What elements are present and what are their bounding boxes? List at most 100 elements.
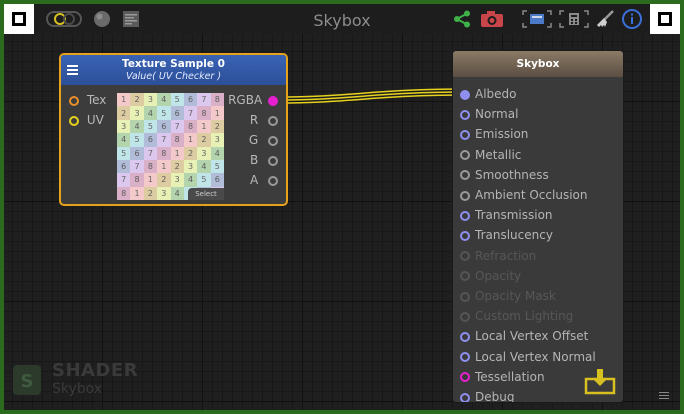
texture-sample-node[interactable]: Texture Sample 0 Value( UV Checker ) Tex… (59, 53, 288, 206)
uv-checker-cell: 6 (130, 146, 144, 160)
select-texture-button[interactable]: Select (188, 188, 224, 200)
port-dot-icon[interactable] (268, 135, 278, 146)
watermark-subtitle: Skybox (52, 381, 103, 397)
skybox-node-title[interactable]: Skybox (453, 51, 623, 77)
uv-checker-cell: 7 (170, 119, 184, 134)
input-port-tex[interactable]: Tex (69, 93, 106, 107)
uv-checker-cell: 5 (170, 93, 184, 107)
skybox-port-ambient-occlusion[interactable]: Ambient Occlusion (460, 188, 587, 202)
uv-checker-cell: 8 (117, 186, 131, 200)
uv-checker-cell: 8 (197, 106, 211, 120)
uv-checker-cell: 7 (157, 133, 171, 147)
uv-checker-cell: 4 (117, 133, 131, 147)
uv-checker-cell: 6 (170, 106, 184, 120)
uv-checker-cell: 2 (130, 93, 144, 107)
port-dot-icon[interactable] (268, 175, 278, 186)
uv-checker-cell: 5 (157, 106, 171, 120)
uv-checker-cell: 1 (157, 159, 171, 174)
skybox-port-translucency[interactable]: Translucency (460, 228, 553, 242)
uv-checker-cell: 3 (130, 106, 144, 120)
skybox-port-local-vertex-normal[interactable]: Local Vertex Normal (460, 350, 596, 364)
texture-node-subtitle: Value( UV Checker ) (125, 71, 222, 82)
skybox-port-metallic[interactable]: Metallic (460, 148, 521, 162)
export-output-icon[interactable] (584, 367, 616, 395)
uv-checker-cell: 8 (157, 146, 171, 160)
output-port-b[interactable]: B (250, 153, 278, 167)
uv-checker-cell: 2 (157, 173, 171, 187)
port-dot-icon[interactable] (460, 352, 470, 363)
uv-checker-cell: 7 (183, 106, 198, 120)
output-port-a[interactable]: A (250, 173, 278, 187)
uv-checker-cell: 7 (197, 93, 211, 107)
port-dot-icon[interactable] (460, 150, 470, 161)
skybox-port-local-vertex-offset[interactable]: Local Vertex Offset (460, 329, 588, 343)
graph-canvas[interactable]: Skybox Texture Sample 0 Value(UV Checke… (4, 4, 680, 410)
uv-checker-cell: 6 (210, 173, 224, 187)
menu-lines-icon[interactable] (659, 392, 669, 400)
uv-checker-cell: 7 (143, 146, 158, 160)
uv-checker-cell: 4 (183, 173, 198, 187)
output-port-g[interactable]: G (249, 133, 278, 147)
skybox-port-tessellation[interactable]: Tessellation (460, 370, 545, 384)
output-port-rgba[interactable]: RGBA (228, 93, 278, 107)
skybox-port-refraction: Refraction (460, 249, 536, 263)
uv-checker-cell: 5 (117, 146, 131, 160)
output-port-r[interactable]: R (250, 113, 278, 127)
port-dot-icon[interactable] (268, 115, 278, 126)
texture-node-title: Texture Sample 0 (122, 58, 225, 70)
uv-checker-cell: 3 (170, 173, 184, 187)
skybox-port-albedo[interactable]: Albedo (460, 87, 517, 101)
port-dot-icon[interactable] (268, 95, 278, 106)
uv-checker-cell: 2 (210, 119, 224, 134)
port-dot-icon[interactable] (460, 372, 470, 383)
uv-checker-cell: 1 (130, 186, 144, 200)
uv-checker-cell: 3 (143, 93, 158, 107)
uv-checker-preview: 1234567823456781345678124567812356781234… (117, 93, 224, 200)
shader-logo-icon: S (13, 365, 41, 395)
port-dot-icon[interactable] (69, 115, 79, 126)
skybox-port-emission[interactable]: Emission (460, 127, 528, 141)
port-dot-icon[interactable] (460, 331, 470, 342)
port-dot-icon[interactable] (460, 170, 470, 181)
uv-checker-cell: 1 (117, 93, 131, 107)
uv-checker-cell: 2 (143, 186, 158, 200)
texture-node-header[interactable]: Texture Sample 0 Value( UV Checker ) (61, 55, 286, 85)
uv-checker-cell: 1 (143, 173, 158, 187)
skybox-port-smoothness[interactable]: Smoothness (460, 168, 549, 182)
skybox-port-normal[interactable]: Normal (460, 107, 518, 121)
port-dot-icon[interactable] (460, 89, 470, 100)
uv-checker-cell: 2 (170, 159, 184, 174)
skybox-port-debug[interactable]: Debug (460, 390, 514, 402)
port-dot-icon[interactable] (69, 95, 79, 106)
uv-checker-cell: 3 (183, 159, 198, 174)
uv-checker-cell: 1 (210, 106, 224, 120)
skybox-port-custom-lighting: Custom Lighting (460, 309, 573, 323)
uv-checker-cell: 4 (157, 93, 171, 107)
uv-checker-cell: 4 (197, 159, 211, 174)
port-dot-icon (460, 271, 470, 282)
port-dot-icon[interactable] (460, 109, 470, 120)
skybox-port-opacity: Opacity (460, 269, 521, 283)
skybox-port-transmission[interactable]: Transmission (460, 208, 553, 222)
uv-checker-cell: 4 (143, 106, 158, 120)
uv-checker-cell: 1 (197, 119, 211, 134)
uv-checker-cell: 2 (117, 106, 131, 120)
uv-checker-cell: 1 (170, 146, 184, 160)
port-dot-icon (460, 251, 470, 262)
port-dot-icon[interactable] (460, 129, 470, 140)
port-dot-icon[interactable] (460, 190, 470, 201)
port-dot-icon[interactable] (460, 392, 470, 402)
uv-checker-cell: 3 (117, 119, 131, 134)
uv-checker-cell: 1 (183, 133, 198, 147)
port-dot-icon[interactable] (268, 155, 278, 166)
uv-checker-cell: 5 (210, 159, 224, 174)
uv-checker-cell: 6 (183, 93, 198, 107)
uv-checker-cell: 6 (157, 119, 171, 134)
port-dot-icon[interactable] (460, 230, 470, 241)
uv-checker-cell: 8 (210, 93, 224, 107)
uv-checker-cell: 5 (130, 133, 144, 147)
uv-checker-cell: 7 (117, 173, 131, 187)
skybox-output-node[interactable]: Skybox Albedo Normal Emission Metallic Smoot… (452, 50, 624, 403)
input-port-uv[interactable]: UV (69, 113, 104, 127)
port-dot-icon[interactable] (460, 210, 470, 221)
